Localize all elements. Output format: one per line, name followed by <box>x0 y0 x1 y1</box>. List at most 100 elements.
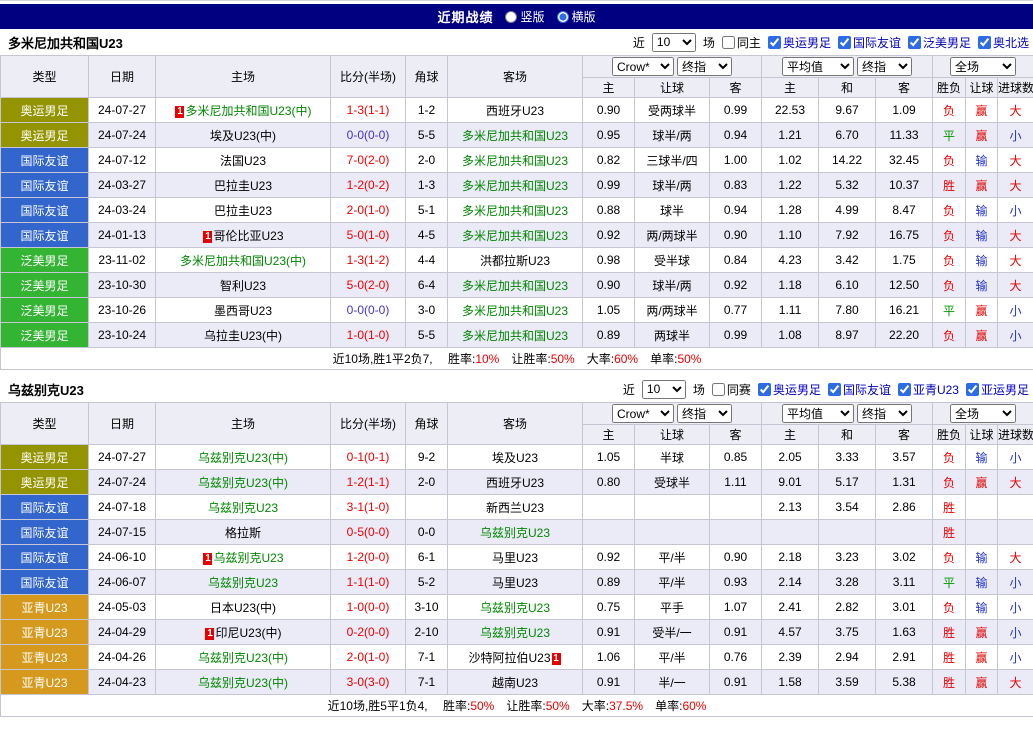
home-team-link[interactable]: 巴拉圭U23 <box>214 204 272 218</box>
corner-score: 2-10 <box>406 620 448 645</box>
col-header: 日期 <box>89 403 156 445</box>
section-header: 多米尼加共和国U23近10场同主奥运男足国际友谊泛美男足奥北选 <box>0 29 1033 55</box>
home-team-link[interactable]: 1哥伦比亚U23 <box>202 229 283 243</box>
layout-horizontal-radio[interactable] <box>557 11 569 23</box>
match-row: 国际友谊24-01-131哥伦比亚U235-0(1-0)4-5多米尼加共和国U2… <box>1 223 1033 248</box>
filter-checkbox[interactable] <box>768 36 781 49</box>
match-scope-select[interactable]: 全场 <box>950 57 1016 76</box>
home-team-link[interactable]: 乌兹别克U23 <box>208 501 278 515</box>
away-team-link[interactable]: 新西兰U23 <box>486 501 544 515</box>
away-team-link[interactable]: 多米尼加共和国U23 <box>462 179 568 193</box>
filter-option: 同赛 <box>712 381 751 398</box>
score: 0-5(0-0) <box>331 520 406 545</box>
bookmaker-final-select[interactable]: 终指 <box>677 404 732 423</box>
bookmaker-select[interactable]: Crow* <box>612 404 674 423</box>
bookmaker-final-select[interactable]: 终指 <box>677 57 732 76</box>
match-row: 国际友谊24-03-24巴拉圭U232-0(1-0)5-1多米尼加共和国U230… <box>1 198 1033 223</box>
away-team-link[interactable]: 西班牙U23 <box>486 476 544 490</box>
col-subheader: 和 <box>819 425 876 445</box>
avg-odds-value: 2.14 <box>762 570 819 595</box>
filter-checkbox[interactable] <box>722 36 735 49</box>
home-team-link[interactable]: 墨西哥U23 <box>214 304 272 318</box>
match-date: 24-04-29 <box>89 620 156 645</box>
avg-odds-value: 10.37 <box>876 173 933 198</box>
home-team-link[interactable]: 法国U23 <box>220 154 266 168</box>
home-team-link[interactable]: 多米尼加共和国U23(中) <box>180 254 306 268</box>
red-card-badge: 1 <box>205 628 214 640</box>
away-team-link[interactable]: 多米尼加共和国U23 <box>462 229 568 243</box>
home-team-link[interactable]: 乌兹别克U23(中) <box>198 476 288 490</box>
home-team-link[interactable]: 1多米尼加共和国U23(中) <box>174 104 311 118</box>
filter-option-label: 奥运男足 <box>783 34 831 51</box>
home-team-link[interactable]: 智利U23 <box>220 279 266 293</box>
home-team-link[interactable]: 1印尼U23(中) <box>204 626 281 640</box>
away-team-link[interactable]: 沙特阿拉伯U231 <box>468 651 561 665</box>
away-team-link[interactable]: 多米尼加共和国U23 <box>462 329 568 343</box>
away-team-link[interactable]: 多米尼加共和国U23 <box>462 279 568 293</box>
away-team-link[interactable]: 乌兹别克U23 <box>480 626 550 640</box>
handicap-line: 受球半 <box>635 470 710 495</box>
filter-checkbox[interactable] <box>838 36 851 49</box>
result-outcome: 负 <box>933 148 966 173</box>
result-goals <box>998 495 1033 520</box>
score: 0-2(0-0) <box>331 620 406 645</box>
competition-badge: 亚青U23 <box>1 620 89 645</box>
away-team-link[interactable]: 洪都拉斯U23 <box>480 254 550 268</box>
filter-checkbox[interactable] <box>758 383 771 396</box>
away-team-link[interactable]: 西班牙U23 <box>486 104 544 118</box>
filter-checkbox[interactable] <box>966 383 979 396</box>
home-team-cell: 1乌兹别克U23 <box>156 545 331 570</box>
filter-checkbox[interactable] <box>898 383 911 396</box>
filter-checkbox[interactable] <box>828 383 841 396</box>
average-select[interactable]: 平均值 <box>782 57 854 76</box>
result-outcome: 平 <box>933 298 966 323</box>
away-team-link[interactable]: 多米尼加共和国U23 <box>462 304 568 318</box>
average-final-select[interactable]: 终指 <box>857 404 912 423</box>
home-team-link[interactable]: 1乌兹别克U23 <box>202 551 283 565</box>
away-team-link[interactable]: 马里U23 <box>492 551 538 565</box>
handicap-line: 两/两球半 <box>635 298 710 323</box>
away-team-link[interactable]: 马里U23 <box>492 576 538 590</box>
away-team-link[interactable]: 多米尼加共和国U23 <box>462 204 568 218</box>
home-team-link[interactable]: 乌兹别克U23(中) <box>198 451 288 465</box>
away-team-link[interactable]: 多米尼加共和国U23 <box>462 129 568 143</box>
home-team-link[interactable]: 乌兹别克U23(中) <box>198 651 288 665</box>
layout-vertical-radio[interactable] <box>505 11 517 23</box>
avg-odds-value: 2.41 <box>762 595 819 620</box>
home-team-link[interactable]: 埃及U23(中) <box>210 129 276 143</box>
odds-value: 1.07 <box>710 595 762 620</box>
score: 5-0(1-0) <box>331 223 406 248</box>
corner-score: 1-2 <box>406 98 448 123</box>
away-team-link[interactable]: 越南U23 <box>492 676 538 690</box>
average-select[interactable]: 平均值 <box>782 404 854 423</box>
odds-value: 1.05 <box>583 298 635 323</box>
summary-stat-value: 50% <box>470 699 494 713</box>
away-team-link[interactable]: 乌兹别克U23 <box>480 526 550 540</box>
home-team-link[interactable]: 乌兹别克U23(中) <box>198 676 288 690</box>
bookmaker-select[interactable]: Crow* <box>612 57 674 76</box>
recent-count-select[interactable]: 10 <box>652 33 696 52</box>
home-team-link[interactable]: 乌兹别克U23 <box>208 576 278 590</box>
home-team-link[interactable]: 乌拉圭U23(中) <box>204 329 282 343</box>
home-team-link[interactable]: 巴拉圭U23 <box>214 179 272 193</box>
match-scope-select[interactable]: 全场 <box>950 404 1016 423</box>
away-team-link[interactable]: 多米尼加共和国U23 <box>462 154 568 168</box>
filter-checkbox[interactable] <box>712 383 725 396</box>
avg-odds-value: 5.38 <box>876 670 933 695</box>
filter-checkbox[interactable] <box>978 36 991 49</box>
average-final-select[interactable]: 终指 <box>857 57 912 76</box>
away-team-link[interactable]: 乌兹别克U23 <box>480 601 550 615</box>
page-title: 近期战绩 <box>437 7 493 26</box>
home-team-cell: 1印尼U23(中) <box>156 620 331 645</box>
odds-value: 0.77 <box>710 298 762 323</box>
result-handicap: 赢 <box>966 323 998 348</box>
avg-odds-value: 3.28 <box>819 570 876 595</box>
topbar: 近期战绩 竖版 横版 <box>0 4 1033 29</box>
away-team-link[interactable]: 埃及U23 <box>492 451 538 465</box>
corner-score: 3-0 <box>406 298 448 323</box>
home-team-cell: 格拉斯 <box>156 520 331 545</box>
filter-checkbox[interactable] <box>908 36 921 49</box>
home-team-link[interactable]: 格拉斯 <box>225 526 261 540</box>
home-team-link[interactable]: 日本U23(中) <box>210 601 276 615</box>
recent-count-select[interactable]: 10 <box>642 380 686 399</box>
